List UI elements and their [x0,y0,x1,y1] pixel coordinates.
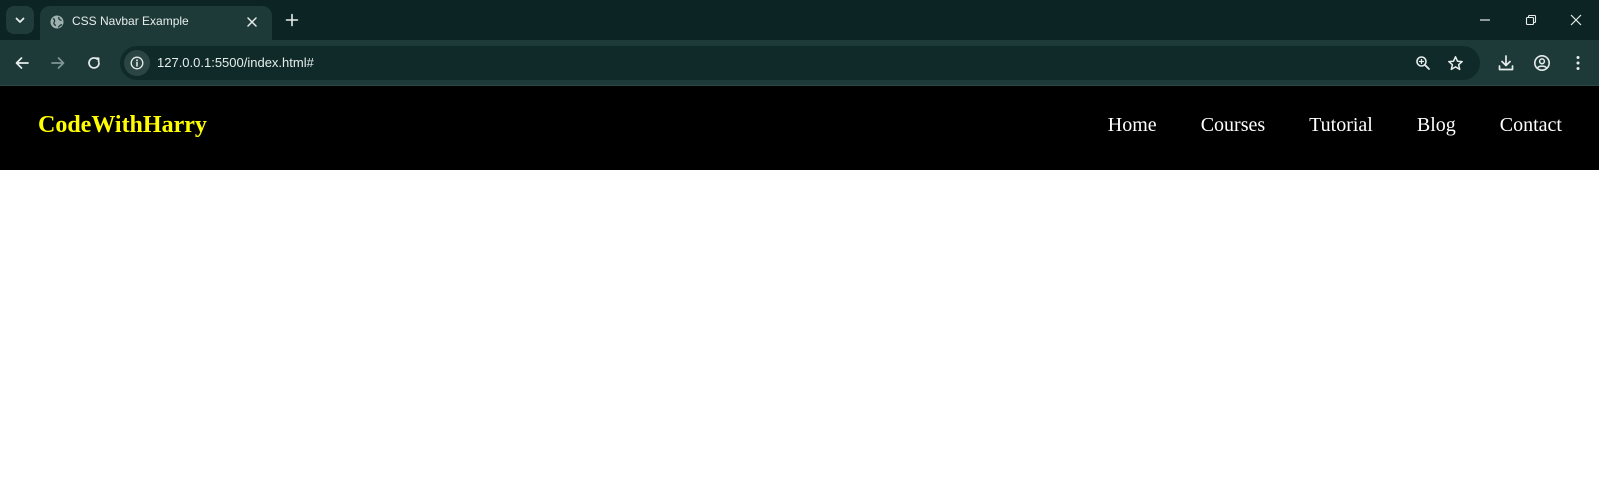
address-bar[interactable]: 127.0.0.1:5500/index.html# [120,46,1480,80]
tab-close-button[interactable] [242,12,262,32]
nav-link-blog[interactable]: Blog [1417,114,1456,137]
back-button[interactable] [8,49,36,77]
nav-link-courses[interactable]: Courses [1201,114,1265,137]
url-text[interactable]: 127.0.0.1:5500/index.html# [157,55,314,70]
window-close-button[interactable] [1553,6,1599,34]
minimize-icon [1479,14,1491,26]
profile-icon [1533,54,1551,72]
tab-search-button[interactable] [6,6,34,34]
reload-button[interactable] [80,49,108,77]
download-icon [1497,54,1515,72]
zoom-icon [1415,55,1431,71]
forward-button[interactable] [44,49,72,77]
star-icon [1447,55,1464,72]
kebab-menu-icon [1575,54,1581,72]
info-icon [130,56,144,70]
reload-icon [86,55,102,71]
window-minimize-button[interactable] [1462,6,1508,34]
browser-menu-button[interactable] [1564,49,1592,77]
browser-tab-active[interactable]: CSS Navbar Example [40,6,272,40]
restore-icon [1525,14,1537,26]
close-icon [247,17,257,27]
zoom-button[interactable] [1411,51,1435,75]
nav-links: Home Courses Tutorial Blog Contact [1108,114,1562,137]
chevron-down-icon [14,14,26,26]
plus-icon [285,13,299,27]
downloads-button[interactable] [1492,49,1520,77]
nav-link-contact[interactable]: Contact [1500,114,1562,137]
site-logo[interactable]: CodeWithHarry [38,112,207,139]
page-viewport: CodeWithHarry Home Courses Tutorial Blog… [0,86,1599,502]
window-restore-button[interactable] [1508,6,1554,34]
new-tab-button[interactable] [280,8,304,32]
tab-title: CSS Navbar Example [72,14,189,28]
nav-link-tutorial[interactable]: Tutorial [1309,114,1373,137]
profile-button[interactable] [1528,49,1556,77]
close-icon [1570,14,1582,26]
nav-link-home[interactable]: Home [1108,114,1157,137]
browser-tabstrip: CSS Navbar Example [0,0,1599,40]
browser-toolbar: 127.0.0.1:5500/index.html# [0,40,1599,86]
site-info-button[interactable] [124,50,150,76]
bookmark-button[interactable] [1443,51,1467,75]
arrow-right-icon [50,55,66,71]
site-navbar: CodeWithHarry Home Courses Tutorial Blog… [0,86,1599,170]
globe-icon [49,14,65,30]
arrow-left-icon [14,55,30,71]
